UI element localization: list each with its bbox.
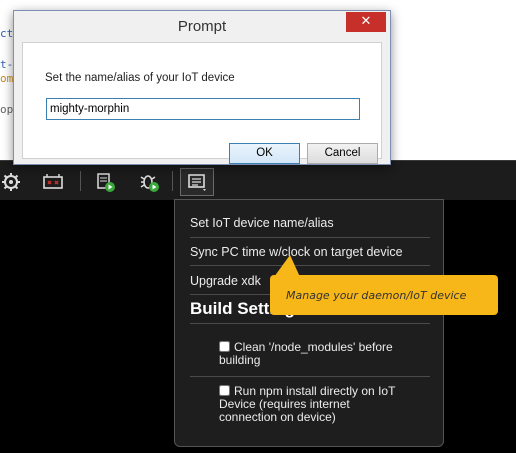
menu-divider bbox=[190, 323, 430, 324]
code-fragment: t- bbox=[0, 58, 14, 71]
device-management-menu: Set IoT device name/alias Sync PC time w… bbox=[174, 199, 444, 447]
tooltip-pointer bbox=[274, 255, 300, 277]
xdk-toolbar bbox=[0, 160, 516, 200]
menu-divider bbox=[190, 376, 430, 377]
device-alias-label: Set the name/alias of your IoT device bbox=[45, 72, 235, 84]
menu-item-set-device-alias[interactable]: Set IoT device name/alias bbox=[190, 216, 430, 230]
prompt-dialog: Prompt ✕ Set the name/alias of your IoT … bbox=[13, 10, 391, 165]
upload-run-icon[interactable] bbox=[95, 171, 117, 193]
code-fragment: ct bbox=[0, 27, 14, 40]
dialog-titlebar[interactable]: Prompt ✕ bbox=[14, 11, 390, 42]
checkbox-label: Clean '/node_modules' before building bbox=[219, 340, 393, 367]
dialog-body: Set the name/alias of your IoT device OK… bbox=[22, 42, 382, 164]
device-link-icon[interactable] bbox=[42, 171, 64, 193]
cancel-button[interactable]: Cancel bbox=[307, 143, 378, 164]
menu-divider bbox=[190, 265, 430, 266]
manage-device-tooltip: Manage your daemon/IoT device bbox=[270, 275, 498, 315]
clean-node-modules-option[interactable]: Clean '/node_modules' before building bbox=[219, 341, 409, 367]
manage-device-button[interactable] bbox=[180, 168, 214, 196]
menu-divider bbox=[190, 237, 430, 238]
code-fragment: op bbox=[0, 103, 14, 116]
device-alias-input[interactable] bbox=[46, 98, 360, 120]
settings-gear-icon[interactable] bbox=[0, 171, 22, 193]
debug-run-icon[interactable] bbox=[138, 171, 160, 193]
toolbar-separator bbox=[80, 171, 81, 191]
toolbar-separator bbox=[172, 171, 173, 191]
ok-button[interactable]: OK bbox=[229, 143, 300, 164]
dialog-title: Prompt bbox=[177, 18, 227, 35]
npm-install-checkbox[interactable] bbox=[219, 385, 230, 396]
npm-install-on-device-option[interactable]: Run npm install directly on IoT Device (… bbox=[219, 385, 409, 424]
checkbox-label: Run npm install directly on IoT Device (… bbox=[219, 384, 396, 424]
menu-item-sync-time[interactable]: Sync PC time w/clock on target device bbox=[190, 245, 430, 259]
manage-device-icon bbox=[186, 171, 208, 193]
code-fragment: om bbox=[0, 72, 14, 85]
close-button[interactable]: ✕ bbox=[346, 12, 386, 32]
clean-node-modules-checkbox[interactable] bbox=[219, 341, 230, 352]
